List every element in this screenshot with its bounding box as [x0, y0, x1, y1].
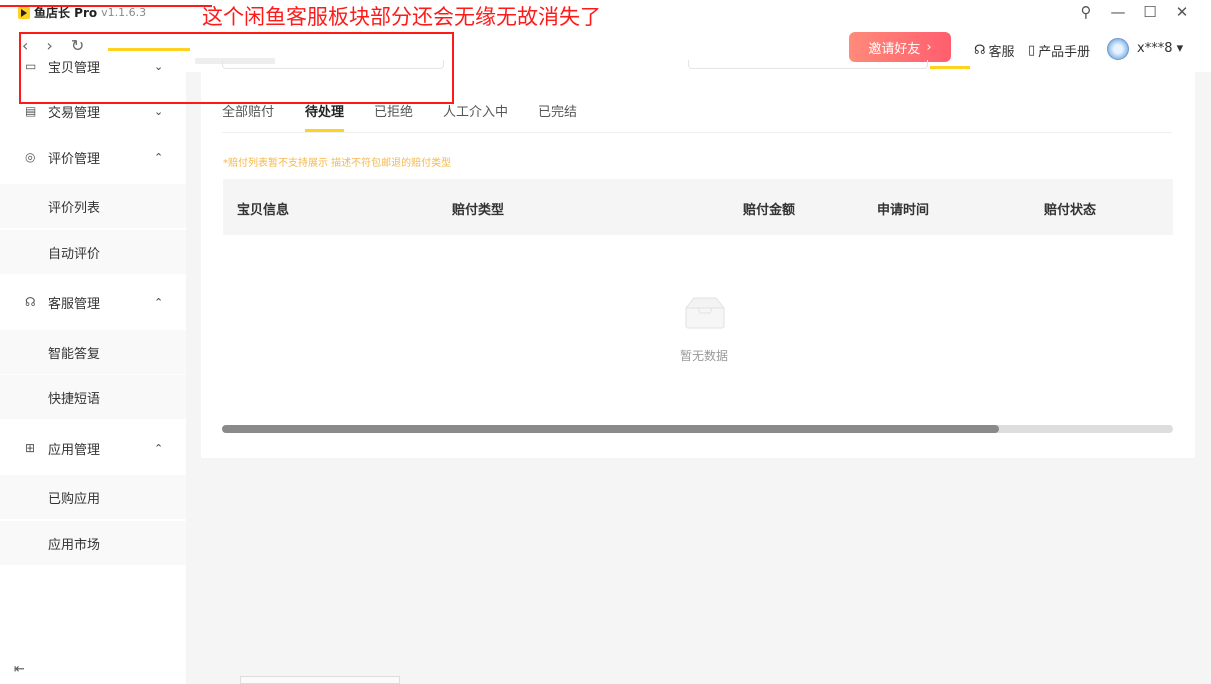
column-header: 赔付金额: [743, 203, 796, 218]
customer-service-link[interactable]: ☊ 客服: [974, 41, 1015, 60]
target-icon: ◎: [25, 150, 36, 164]
window-controls: ⚲ — ☐ ✕: [1077, 3, 1191, 21]
filter-field-2[interactable]: [688, 60, 928, 69]
customer-service-label: 客服: [988, 45, 1015, 60]
right-gutter: [1196, 72, 1211, 684]
caret-down-icon: ▾: [1176, 41, 1184, 56]
chevron-up-icon: ⌃: [154, 441, 164, 455]
sidebar-item-review[interactable]: ◎ 评价管理 ⌃: [0, 137, 186, 177]
apps-grid-icon: ⊞: [25, 441, 36, 455]
sidebar-item-apps[interactable]: ⊞ 应用管理 ⌃: [0, 428, 186, 468]
column-header: 宝贝信息: [237, 203, 290, 218]
minimize-icon[interactable]: —: [1109, 3, 1127, 21]
avatar[interactable]: [1107, 38, 1129, 60]
invite-friends-button[interactable]: 邀请好友 ›: [849, 32, 951, 62]
sidebar-subitem-auto-review[interactable]: 自动评价: [0, 230, 186, 274]
sidebar-subitem-label: 已购应用: [48, 491, 101, 507]
chevron-up-icon: ⌃: [154, 295, 164, 309]
sidebar-item-label: 应用管理: [48, 442, 101, 458]
pin-icon[interactable]: ⚲: [1077, 3, 1095, 21]
table-header: 宝贝信息 赔付类型 赔付金额 申请时间 赔付状态: [223, 179, 1173, 235]
app-version: v1.1.6.3: [101, 6, 147, 19]
column-header: 申请时间: [877, 203, 930, 218]
annotation-red-box: [19, 32, 454, 104]
invite-label: 邀请好友: [868, 41, 921, 57]
sidebar-subitem-label: 自动评价: [48, 246, 101, 262]
sidebar-item-label: 客服管理: [48, 296, 101, 312]
compensation-notice: *赔付列表暂不支持展示 描述不符包邮退的赔付类型: [223, 158, 452, 169]
sidebar-subitem-bought-apps[interactable]: 已购应用: [0, 475, 186, 519]
sidebar-subitem-label: 应用市场: [48, 537, 101, 553]
sidebar-item-label: 交易管理: [48, 105, 101, 121]
bottom-taskbar-strip: [240, 676, 400, 684]
search-button-edge[interactable]: [930, 66, 970, 69]
sidebar-subitem-app-market[interactable]: 应用市场: [0, 521, 186, 565]
sidebar-subitem-review-list[interactable]: 评价列表: [0, 184, 186, 228]
sidebar-subitem-quick-phrase[interactable]: 快捷短语: [0, 375, 186, 419]
sidebar-subitem-label: 快捷短语: [48, 391, 101, 407]
book-icon: ▯: [1028, 43, 1036, 58]
collapse-sidebar-icon[interactable]: ⇤: [14, 662, 25, 677]
product-manual-label: 产品手册: [1038, 45, 1091, 60]
active-tab-underline: [305, 129, 344, 132]
maximize-icon[interactable]: ☐: [1141, 3, 1159, 21]
headset-icon: ☊: [25, 295, 36, 309]
sidebar-subitem-smart-reply[interactable]: 智能答复: [0, 330, 186, 374]
product-manual-link[interactable]: ▯ 产品手册: [1028, 41, 1090, 60]
user-menu[interactable]: x***8 ▾: [1137, 41, 1183, 56]
headset-icon: ☊: [974, 43, 986, 58]
sidebar-item-label: 评价管理: [48, 151, 101, 167]
column-header: 赔付类型: [452, 203, 505, 218]
empty-state-text: 暂无数据: [680, 349, 729, 363]
document-icon: ▤: [25, 104, 37, 118]
fish-logo-icon: [18, 6, 30, 19]
annotation-line: [0, 5, 212, 7]
scrollbar-thumb[interactable]: [222, 425, 999, 433]
column-header: 赔付状态: [1044, 203, 1097, 218]
sidebar-subitem-label: 评价列表: [48, 200, 101, 216]
chevron-down-icon: ⌄: [154, 104, 164, 118]
title-bar: 鱼店长 Pro v1.1.6.3 这个闲鱼客服板块部分还会无缘无故消失了 ⚲ —…: [0, 0, 1211, 29]
compensation-tabs: 全部赔付 待处理 已拒绝 人工介入中 已完结: [222, 99, 1172, 133]
chevron-up-icon: ⌃: [154, 150, 164, 164]
empty-box-icon: [684, 297, 726, 329]
username: x***8: [1137, 41, 1173, 56]
sidebar-subitem-label: 智能答复: [48, 346, 101, 362]
chevron-right-icon: ›: [926, 39, 932, 55]
close-icon[interactable]: ✕: [1173, 3, 1191, 21]
tab-completed[interactable]: 已完结: [538, 101, 577, 120]
sidebar-item-customer-service[interactable]: ☊ 客服管理 ⌃: [0, 282, 186, 322]
